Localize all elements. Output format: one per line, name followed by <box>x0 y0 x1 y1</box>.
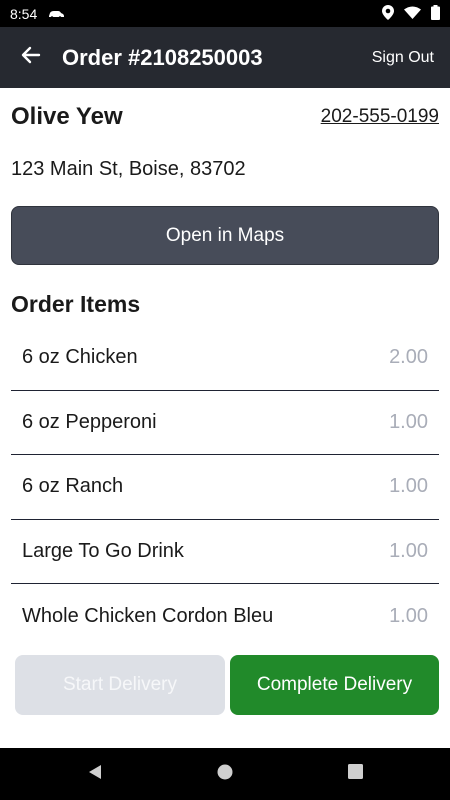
complete-delivery-button[interactable]: Complete Delivery <box>230 655 439 715</box>
list-item: Large To Go Drink 1.00 <box>11 520 439 584</box>
list-item: Whole Chicken Cordon Bleu 1.00 <box>11 584 439 649</box>
status-bar: 8:54 <box>0 0 450 27</box>
back-arrow-icon <box>21 45 41 70</box>
list-item: 6 oz Chicken 2.00 <box>11 326 439 391</box>
customer-name: Olive Yew <box>11 103 123 130</box>
status-time: 8:54 <box>10 5 38 22</box>
nav-home-button[interactable] <box>160 764 290 785</box>
item-quantity: 2.00 <box>389 346 428 369</box>
start-delivery-button[interactable]: Start Delivery <box>15 655 225 715</box>
location-icon <box>382 4 394 23</box>
item-name: Large To Go Drink <box>22 539 184 562</box>
order-items-list: 6 oz Chicken 2.00 6 oz Pepperoni 1.00 6 … <box>11 326 439 649</box>
wifi-icon <box>404 6 421 22</box>
back-triangle-icon <box>87 764 103 785</box>
item-name: 6 oz Pepperoni <box>22 410 157 433</box>
list-item: 6 oz Ranch 1.00 <box>11 455 439 520</box>
item-name: Whole Chicken Cordon Bleu <box>22 604 274 627</box>
page-title: Order #2108250003 <box>62 44 263 70</box>
item-quantity: 1.00 <box>389 410 428 433</box>
order-items-title: Order Items <box>11 291 141 317</box>
nav-back-button[interactable] <box>30 764 160 785</box>
home-circle-icon <box>217 764 233 785</box>
car-icon <box>47 6 65 22</box>
open-in-maps-button[interactable]: Open in Maps <box>11 206 439 265</box>
item-quantity: 1.00 <box>389 475 428 498</box>
list-item: 6 oz Pepperoni 1.00 <box>11 391 439 455</box>
item-quantity: 1.00 <box>389 539 428 562</box>
phone-link[interactable]: 202-555-0199 <box>321 106 439 128</box>
recents-square-icon <box>347 764 363 784</box>
nav-recents-button[interactable] <box>290 764 420 784</box>
item-name: 6 oz Ranch <box>22 475 124 498</box>
customer-address: 123 Main St, Boise, 83702 <box>11 158 246 180</box>
sign-out-button[interactable]: Sign Out <box>356 49 450 67</box>
back-button[interactable] <box>0 27 62 88</box>
item-quantity: 1.00 <box>389 604 428 627</box>
item-name: 6 oz Chicken <box>22 346 138 369</box>
battery-icon <box>431 4 440 23</box>
app-bar: Order #2108250003 Sign Out <box>0 27 450 88</box>
action-buttons: Start Delivery Complete Delivery <box>15 655 439 715</box>
system-nav-bar <box>0 748 450 800</box>
